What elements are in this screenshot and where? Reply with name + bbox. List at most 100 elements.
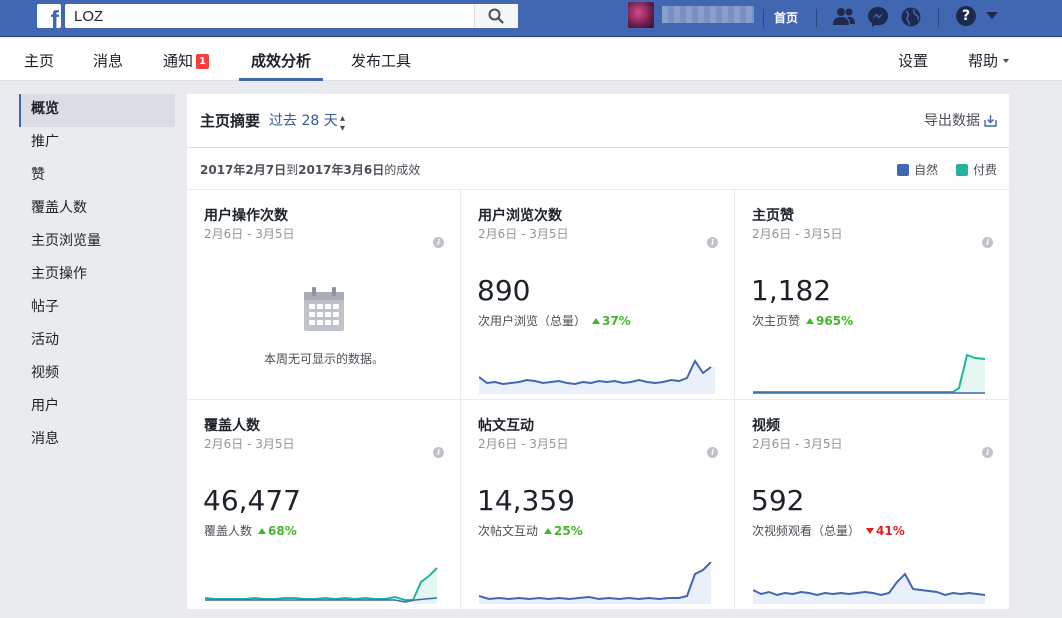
tab-label: 通知: [163, 52, 194, 70]
metric-change: 965%: [806, 314, 853, 328]
legend-paid: 付费: [955, 163, 997, 177]
search-button[interactable]: [474, 4, 518, 28]
divider: [763, 9, 764, 27]
home-link[interactable]: 首页: [774, 9, 798, 26]
metric-card-page-likes[interactable]: 主页赞 2月6日 - 3月5日 i 1,182 次主页赞 965%: [735, 190, 1009, 400]
metric-card-videos[interactable]: 视频 2月6日 - 3月5日 i 592 次视频观看（总量） 41%: [735, 400, 1009, 610]
sidebar-item-page-actions[interactable]: 主页操作: [19, 259, 175, 292]
paid-swatch: [955, 164, 968, 176]
calendar-icon: [304, 287, 344, 331]
info-icon[interactable]: i: [433, 237, 444, 248]
sidebar-item-overview[interactable]: 概览: [19, 94, 175, 127]
sidebar-item-messages[interactable]: 消息: [19, 424, 175, 457]
info-icon[interactable]: i: [982, 447, 993, 458]
help-menu[interactable]: 帮助: [968, 50, 1010, 71]
sidebar-item-page-views[interactable]: 主页浏览量: [19, 226, 175, 259]
metric-change: 25%: [544, 524, 583, 538]
metric-description: 次用户浏览（总量） 37%: [478, 312, 631, 329]
top-bar: f 首页 ?: [0, 0, 1062, 37]
messenger-icon[interactable]: [867, 6, 889, 28]
metric-desc-text: 次主页赞: [752, 314, 801, 328]
range-selector[interactable]: 过去 28 天: [269, 110, 338, 130]
export-data-button[interactable]: 导出数据: [924, 110, 997, 130]
date-range-text: 2017年2月7日到2017年3月6日的成效: [200, 161, 420, 178]
export-label: 导出数据: [924, 113, 980, 129]
info-icon[interactable]: i: [707, 447, 718, 458]
card-title: 用户浏览次数: [478, 208, 562, 224]
sidebar-item-events[interactable]: 活动: [19, 325, 175, 358]
sidebar-item-reach[interactable]: 覆盖人数: [19, 193, 175, 226]
metric-value: 46,477: [203, 484, 301, 517]
page-likes-sparkline: [753, 353, 986, 394]
page-nav: 主页 消息 通知 1 成效分析 发布工具 设置 帮助: [0, 38, 1062, 81]
settings-label: 设置: [898, 52, 929, 70]
post-engagements-sparkline: [479, 562, 712, 604]
metric-change-value: 41%: [876, 524, 905, 538]
facebook-logo-icon[interactable]: f: [37, 4, 61, 28]
avatar[interactable]: [628, 2, 654, 28]
legend-organic: 自然: [897, 163, 938, 177]
card-title: 帖文互动: [478, 418, 534, 434]
friend-requests-icon[interactable]: [832, 6, 856, 28]
info-icon[interactable]: i: [707, 237, 718, 248]
tab-notifications[interactable]: 通知 1: [163, 50, 210, 71]
metric-desc-text: 覆盖人数: [204, 524, 253, 538]
tab-page[interactable]: 主页: [24, 50, 54, 71]
increase-arrow-icon: [544, 528, 553, 534]
empty-state-text: 本周无可显示的数据。: [263, 352, 384, 366]
settings-link[interactable]: 设置: [898, 50, 928, 71]
metric-change-value: 68%: [268, 524, 297, 538]
tab-insights[interactable]: 成效分析: [251, 50, 311, 71]
metric-card-page-actions[interactable]: 用户操作次数 2月6日 - 3月5日 i 本周无可显示的数据。: [187, 190, 461, 400]
reach-sparkline: [205, 567, 438, 604]
card-title: 覆盖人数: [204, 418, 260, 434]
legend-label: 付费: [972, 163, 997, 177]
help-icon[interactable]: ?: [956, 6, 976, 26]
sidebar-item-people[interactable]: 用户: [19, 391, 175, 424]
metric-value: 1,182: [751, 274, 832, 307]
metric-change: 68%: [258, 524, 297, 538]
sidebar-item-promotions[interactable]: 推广: [19, 127, 175, 160]
globe-notifications-icon[interactable]: [900, 6, 922, 28]
metric-desc-text: 次用户浏览（总量）: [478, 314, 587, 328]
search-input[interactable]: [65, 4, 465, 28]
tab-publishing-tools[interactable]: 发布工具: [351, 50, 411, 71]
metric-value: 14,359: [477, 484, 575, 517]
metric-value: 592: [751, 484, 805, 517]
metric-desc-text: 次帖文互动: [478, 524, 539, 538]
info-icon[interactable]: i: [982, 237, 993, 248]
date-suffix: 的成效: [384, 163, 421, 177]
card-date-range: 2月6日 - 3月5日: [204, 227, 295, 241]
card-date-range: 2月6日 - 3月5日: [204, 437, 295, 451]
card-title: 主页赞: [752, 208, 794, 224]
metric-change-value: 25%: [554, 524, 583, 538]
organic-swatch: [897, 164, 910, 176]
date-end: 2017年3月6日: [298, 163, 385, 177]
card-title: 视频: [752, 418, 780, 434]
metric-card-page-views[interactable]: 用户浏览次数 2月6日 - 3月5日 i 890 次用户浏览（总量） 37%: [461, 190, 735, 400]
card-date-range: 2月6日 - 3月5日: [752, 437, 843, 451]
metric-value: 890: [477, 274, 531, 307]
page-views-sparkline: [479, 358, 715, 394]
sidebar-item-videos[interactable]: 视频: [19, 358, 175, 391]
page-summary-panel: 主页摘要 过去 28 天 ▴ ▾ 导出数据 2017年2月7日到2017年3月6日…: [187, 94, 1009, 610]
metric-change: 41%: [866, 524, 905, 538]
sidebar-item-likes[interactable]: 赞: [19, 160, 175, 193]
username-redacted[interactable]: [662, 6, 754, 23]
metric-desc-text: 次视频观看（总量）: [752, 524, 861, 538]
tab-label: 成效分析: [251, 52, 312, 70]
increase-arrow-icon: [592, 318, 601, 324]
active-tab-indicator: [239, 78, 323, 81]
metric-card-post-engagements[interactable]: 帖文互动 2月6日 - 3月5日 i 14,359 次帖文互动 25%: [461, 400, 735, 610]
info-icon[interactable]: i: [433, 447, 444, 458]
metrics-grid: 用户操作次数 2月6日 - 3月5日 i 本周无可显示的数据。 用户浏览次数 2…: [187, 190, 1009, 610]
metric-card-reach[interactable]: 覆盖人数 2月6日 - 3月5日 i 46,477 覆盖人数 68%: [187, 400, 461, 610]
tab-label: 主页: [24, 52, 55, 70]
card-date-range: 2月6日 - 3月5日: [752, 227, 843, 241]
tab-messages[interactable]: 消息: [93, 50, 123, 71]
sidebar-item-posts[interactable]: 帖子: [19, 292, 175, 325]
metric-description: 次视频观看（总量） 41%: [752, 522, 905, 539]
range-sort-icon[interactable]: ▴ ▾: [340, 114, 345, 134]
metric-description: 次帖文互动 25%: [478, 522, 583, 539]
account-menu-chevron-down-icon[interactable]: [986, 12, 998, 19]
